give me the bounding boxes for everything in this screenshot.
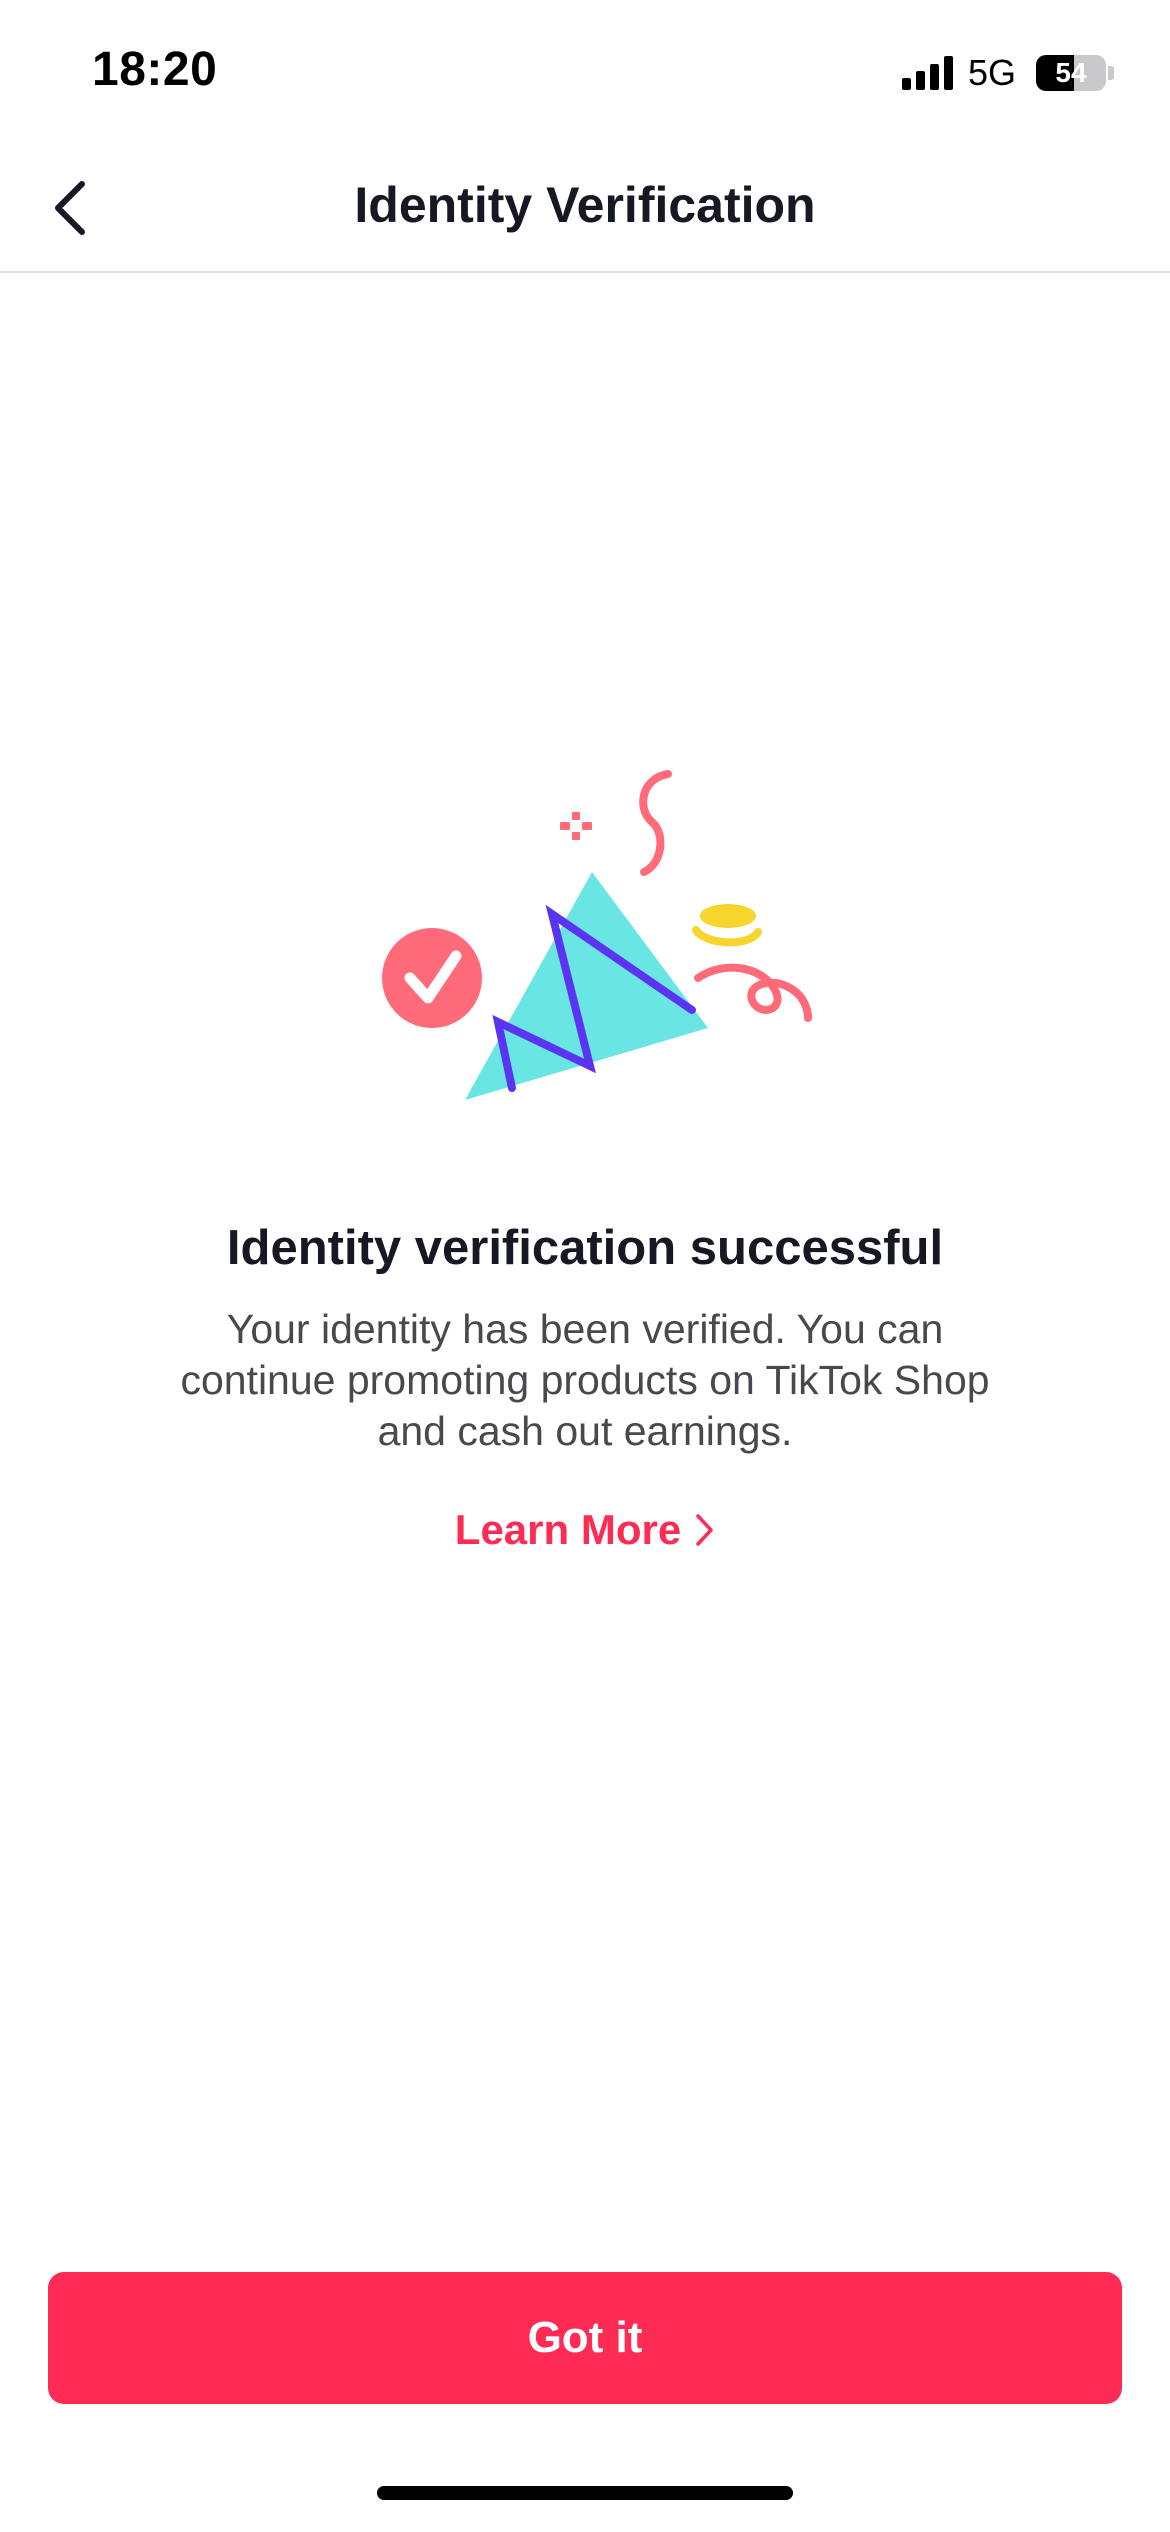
status-bar: 18:20 5G 54	[0, 0, 1170, 140]
signal-bars-icon	[901, 56, 953, 90]
screen: 18:20 5G 54 Identity Verification Identi…	[0, 0, 1170, 2532]
got-it-button[interactable]: Got it	[48, 2272, 1122, 2404]
network-label: 5G	[967, 52, 1016, 93]
plus-confetti	[560, 812, 592, 840]
learn-more-label: Learn More	[454, 1506, 682, 1553]
s-curve-confetti	[639, 770, 672, 876]
chevron-right-icon	[696, 1514, 713, 1546]
battery-cap	[1108, 66, 1114, 80]
status-time: 18:20	[92, 43, 218, 96]
coin-confetti-top	[700, 904, 756, 928]
checkmark-circle	[382, 928, 482, 1028]
celebration-confetti-icon	[382, 770, 812, 1100]
learn-more-link[interactable]: Learn More	[0, 1506, 1170, 1554]
battery-icon: 54	[1036, 55, 1106, 91]
coin-confetti-bottom	[692, 926, 762, 947]
success-title: Identity verification successful	[226, 1221, 944, 1275]
curl-confetti	[694, 963, 812, 1022]
nav-bar: Identity Verification	[0, 140, 1170, 273]
battery-level: 54	[1055, 57, 1087, 88]
home-indicator	[377, 2486, 793, 2500]
success-description: Your identity has been verified. You can…	[180, 1306, 990, 1454]
status-indicators: 5G 54	[901, 52, 1114, 94]
got-it-label: Got it	[527, 2313, 643, 2362]
page-title: Identity Verification	[354, 177, 816, 233]
